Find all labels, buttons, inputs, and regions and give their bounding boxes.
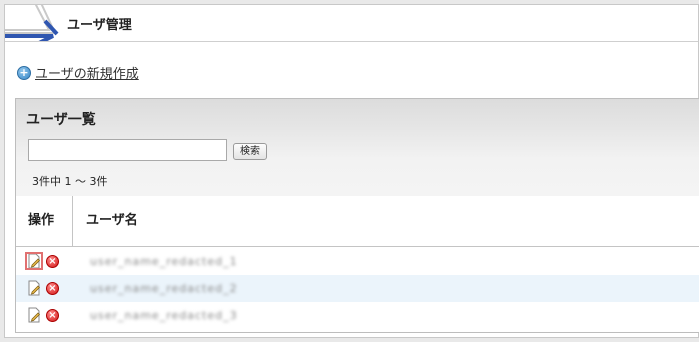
result-count: 3件中 1 〜 3件 [32,175,108,188]
user-list-panel: ユーザ一覧 検索 3件中 1 〜 3件 操作 ユーザ名 × user_name_… [15,98,699,333]
row-operations: × [26,280,59,296]
header-chevron-icon [5,5,59,41]
username-cell: user_name_redacted_3 [90,309,238,322]
table-header: 操作 ユーザ名 [16,196,699,247]
page-title: ユーザ管理 [67,18,132,33]
search-input[interactable] [28,139,227,161]
main-frame: ユーザ管理 + ユーザの新規作成 ユーザ一覧 検索 3件中 1 〜 3件 操作 … [4,4,699,338]
column-header-username[interactable]: ユーザ名 [86,196,138,246]
row-operations: × [26,307,59,323]
user-list-title: ユーザ一覧 [26,112,96,128]
row-operations: × [25,252,59,270]
new-user-link[interactable]: + ユーザの新規作成 [17,63,139,82]
table-row: × user_name_redacted_1 [16,248,699,275]
delete-icon[interactable]: × [46,281,59,295]
edit-icon[interactable] [26,307,42,323]
username-cell: user_name_redacted_2 [90,282,238,295]
plus-circle-icon: + [17,65,31,80]
username-cell: user_name_redacted_1 [90,255,238,268]
edit-icon[interactable] [25,252,43,270]
table-row: × user_name_redacted_2 [16,275,699,302]
search-button[interactable]: 検索 [233,143,267,160]
delete-icon[interactable]: × [46,254,59,268]
user-list-toolbar: ユーザ一覧 検索 3件中 1 〜 3件 [16,99,699,197]
column-header-operations: 操作 [16,196,73,246]
new-user-link-label[interactable]: ユーザの新規作成 [35,63,139,82]
edit-icon[interactable] [26,280,42,296]
page-header: ユーザ管理 [5,5,698,42]
delete-icon[interactable]: × [46,308,59,322]
table-row: × user_name_redacted_3 [16,302,699,329]
